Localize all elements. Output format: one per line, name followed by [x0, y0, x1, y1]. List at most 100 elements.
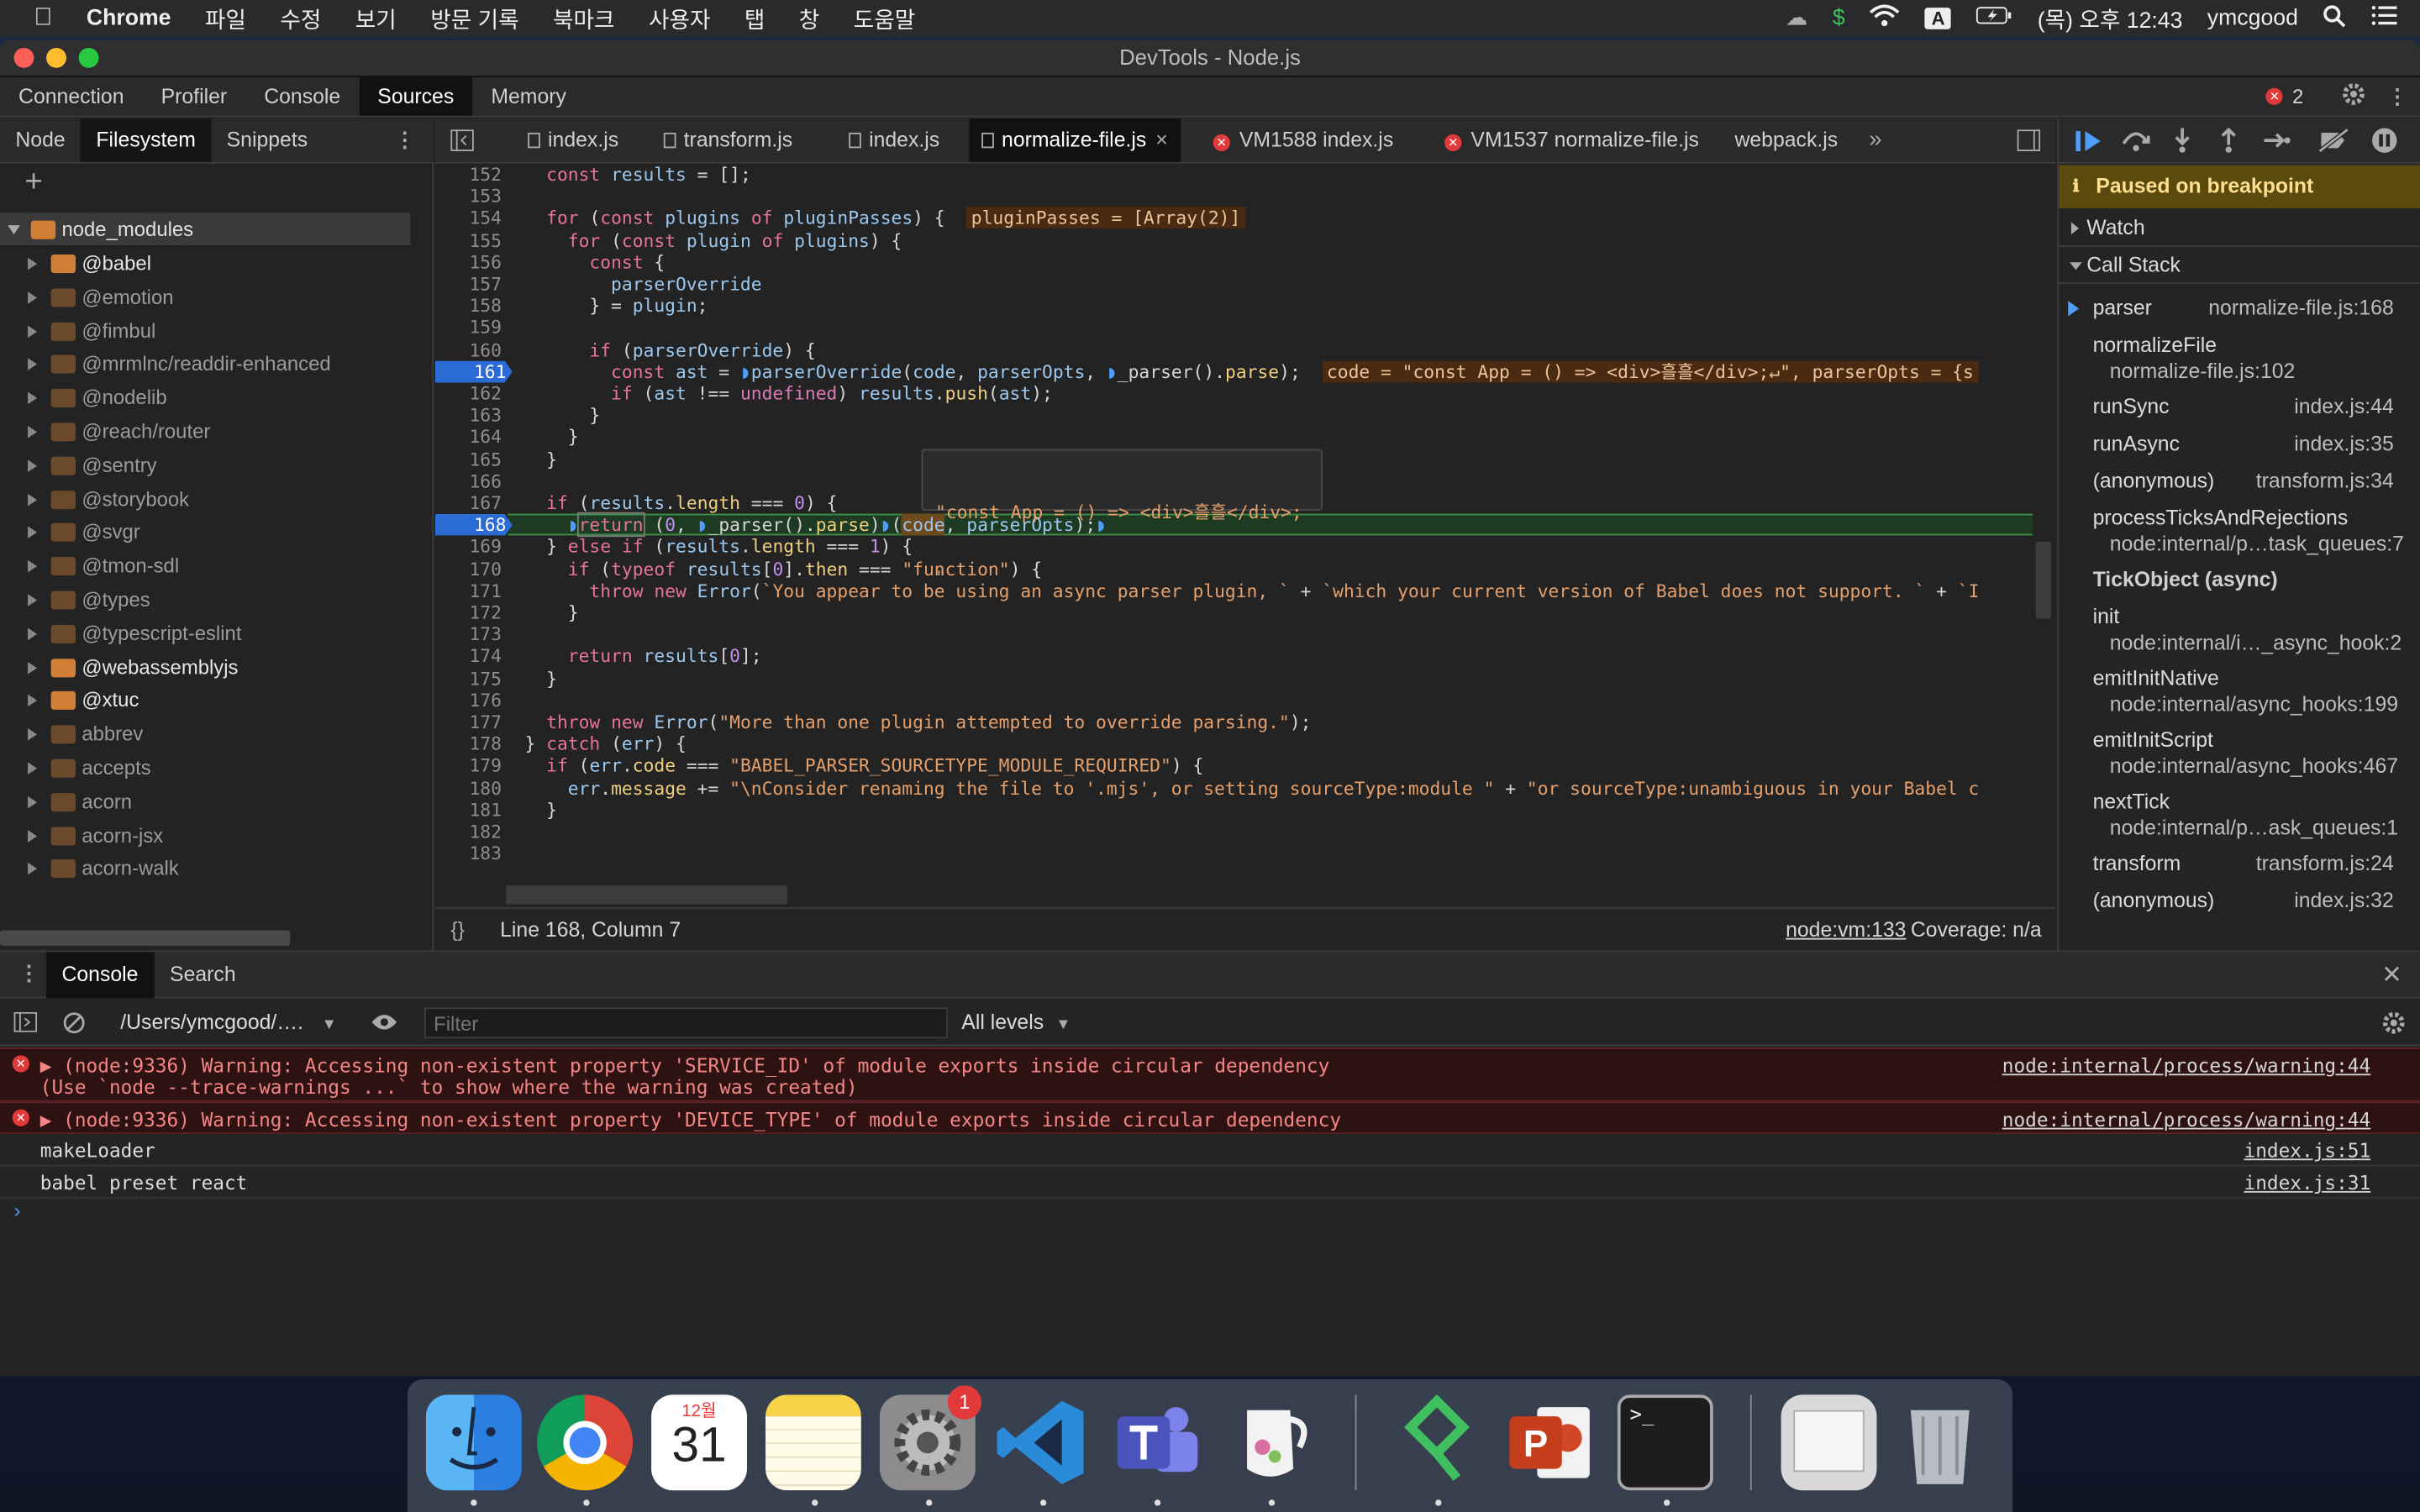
tree-folder-item[interactable]: abbrev — [0, 717, 411, 750]
console-filter-input[interactable] — [424, 1007, 948, 1039]
breakpoint-marker[interactable]: 161 — [434, 360, 513, 383]
drawer-tab-search[interactable]: Search — [170, 952, 236, 998]
line-number[interactable]: 171 — [435, 580, 508, 601]
vscode-icon[interactable] — [994, 1394, 1090, 1490]
message-source-link[interactable]: node:internal/process/warning:44 — [2002, 1053, 2370, 1077]
line-number[interactable]: 167 — [435, 492, 508, 514]
console-error-message[interactable]: ✕ ▶ (node:9336) Warning: Accessing non-ex… — [0, 1101, 2420, 1134]
menu-edit[interactable]: 수정 — [280, 3, 321, 35]
step-out-icon[interactable] — [2217, 127, 2239, 157]
console-settings-gear-icon[interactable] — [2381, 1011, 2406, 1040]
more-icon[interactable]: ⋮ — [394, 118, 434, 161]
console-error-message[interactable]: ✕ ▶ (node:9336) Warning: Accessing non-ex… — [0, 1047, 2420, 1102]
line-number[interactable]: 169 — [435, 536, 508, 558]
call-frame[interactable]: emitInitScript node:internal/async_hooks:… — [2059, 723, 2420, 785]
editor-tab[interactable]: webpack.js — [1723, 118, 1850, 161]
app-menu[interactable]: Chrome — [87, 6, 171, 30]
message-source-link[interactable]: node:internal/process/warning:44 — [2002, 1108, 2370, 1131]
tree-folder-item[interactable]: @sentry — [0, 449, 411, 481]
collapsed-triangle-icon[interactable] — [28, 257, 38, 270]
tree-folder-item[interactable]: @babel — [0, 247, 411, 280]
horizontal-scrollbar[interactable] — [506, 885, 787, 905]
context-select[interactable]: /Users/ymcgood/…. ▼ — [120, 1000, 337, 1047]
documents-stack-icon[interactable] — [1781, 1394, 1877, 1491]
resume-icon[interactable] — [2075, 129, 2102, 157]
line-number[interactable]: 177 — [435, 711, 508, 733]
tree-root[interactable]: node_modules — [0, 213, 411, 246]
source-link[interactable]: node:vm:133 — [1786, 909, 1906, 952]
apple-icon[interactable]:  — [34, 5, 52, 33]
collapsed-triangle-icon[interactable] — [28, 493, 38, 506]
tree-folder-item[interactable]: @tmon-sdl — [0, 549, 411, 582]
error-icon[interactable]: ✕ — [2265, 87, 2284, 105]
expanded-triangle-icon[interactable] — [8, 225, 20, 235]
console-prompt-icon[interactable]: › — [14, 1199, 21, 1222]
wifi-icon[interactable] — [1870, 4, 1901, 33]
call-frame[interactable]: init node:internal/i…_async_hook:2 — [2059, 600, 2420, 661]
drawer-tab-console[interactable]: Console — [46, 952, 154, 999]
console-log-message[interactable]: makeLoader index.js:51 — [0, 1134, 2420, 1167]
collapsed-triangle-icon[interactable] — [28, 527, 38, 539]
trash-icon[interactable] — [1892, 1394, 1988, 1490]
collapsed-triangle-icon[interactable] — [28, 829, 38, 843]
powerpoint-icon[interactable]: P — [1503, 1394, 1599, 1490]
watch-section[interactable]: Watch — [2059, 210, 2420, 247]
tab-memory[interactable]: Memory — [472, 77, 585, 116]
close-drawer-icon[interactable]: ✕ — [2381, 959, 2402, 990]
menu-history[interactable]: 방문 기록 — [430, 3, 518, 35]
clock[interactable]: (목) 오후 12:43 — [2038, 3, 2183, 35]
vertical-scrollbar[interactable] — [2035, 541, 2052, 619]
line-number[interactable]: 160 — [435, 339, 508, 360]
tree-folder-item[interactable]: @emotion — [0, 281, 411, 313]
line-number[interactable]: 165 — [435, 449, 508, 470]
teams-icon[interactable] — [1108, 1394, 1204, 1490]
line-number[interactable]: 175 — [435, 668, 508, 690]
system-preferences-icon[interactable]: 1 — [879, 1385, 982, 1491]
tree-folder-item[interactable]: @reach/router — [0, 415, 411, 448]
message-source-link[interactable]: index.js:51 — [2244, 1139, 2370, 1163]
tree-folder-item[interactable]: accepts — [0, 751, 411, 784]
menu-bookmarks[interactable]: 북마크 — [553, 3, 615, 35]
collapsed-triangle-icon[interactable] — [28, 560, 38, 573]
call-frame[interactable]: (anonymous) transform.js:34 — [2059, 465, 2420, 501]
call-frame[interactable]: (anonymous) index.js:32 — [2059, 884, 2420, 921]
editor-tab[interactable]: ✕ VM1537 normalize-file.js — [1432, 118, 1711, 161]
line-number[interactable]: 152 — [435, 164, 508, 186]
collapsed-triangle-icon[interactable] — [28, 324, 38, 338]
tab-filesystem[interactable]: Filesystem — [81, 118, 212, 162]
line-number[interactable]: 158 — [435, 295, 508, 317]
collapsed-triangle-icon[interactable] — [28, 358, 38, 371]
pretty-print-icon[interactable]: {} — [450, 909, 465, 952]
call-frame[interactable]: transform transform.js:24 — [2059, 847, 2420, 884]
menu-help[interactable]: 도움말 — [854, 3, 916, 35]
menu-view[interactable]: 보기 — [355, 3, 397, 35]
collapsed-triangle-icon[interactable] — [28, 728, 38, 741]
terminal-icon[interactable]: >_ — [1617, 1394, 1713, 1491]
tab-connection[interactable]: Connection — [0, 77, 143, 116]
more-tabs-icon[interactable]: » — [1869, 118, 1881, 161]
dollar-icon[interactable]: $ — [1833, 6, 1845, 30]
tab-profiler[interactable]: Profiler — [143, 77, 246, 116]
more-options-icon[interactable]: ⋮ — [2387, 84, 2408, 108]
editor-tab[interactable]: normalize-file.js × — [969, 118, 1181, 162]
live-expression-eye-icon[interactable] — [371, 1012, 398, 1037]
levels-select[interactable]: All levels ▼ — [961, 1000, 1071, 1047]
line-number[interactable]: 172 — [435, 601, 508, 623]
call-frame[interactable]: runSync index.js:44 — [2059, 391, 2420, 428]
collapsed-triangle-icon[interactable] — [28, 459, 38, 472]
line-number[interactable]: 170 — [435, 558, 508, 580]
line-number[interactable]: 156 — [435, 251, 508, 273]
editor-tab[interactable]: transform.js — [651, 118, 805, 161]
code-editor[interactable]: 152 const results = []; 153 154 for (const… — [434, 163, 2056, 907]
call-frame[interactable]: normalizeFile normalize-file.js:102 — [2059, 328, 2420, 390]
creamer-icon[interactable] — [1223, 1394, 1318, 1490]
line-number[interactable]: 155 — [435, 229, 508, 251]
line-number[interactable]: 181 — [435, 799, 508, 821]
line-number[interactable]: 178 — [435, 733, 508, 755]
editor-tab[interactable]: index.js — [837, 118, 952, 161]
collapsed-triangle-icon[interactable] — [28, 795, 38, 809]
step-icon[interactable] — [2263, 128, 2291, 157]
finder-icon[interactable] — [425, 1394, 522, 1491]
tree-folder-item[interactable]: @types — [0, 583, 411, 616]
line-number[interactable]: 183 — [435, 843, 508, 864]
